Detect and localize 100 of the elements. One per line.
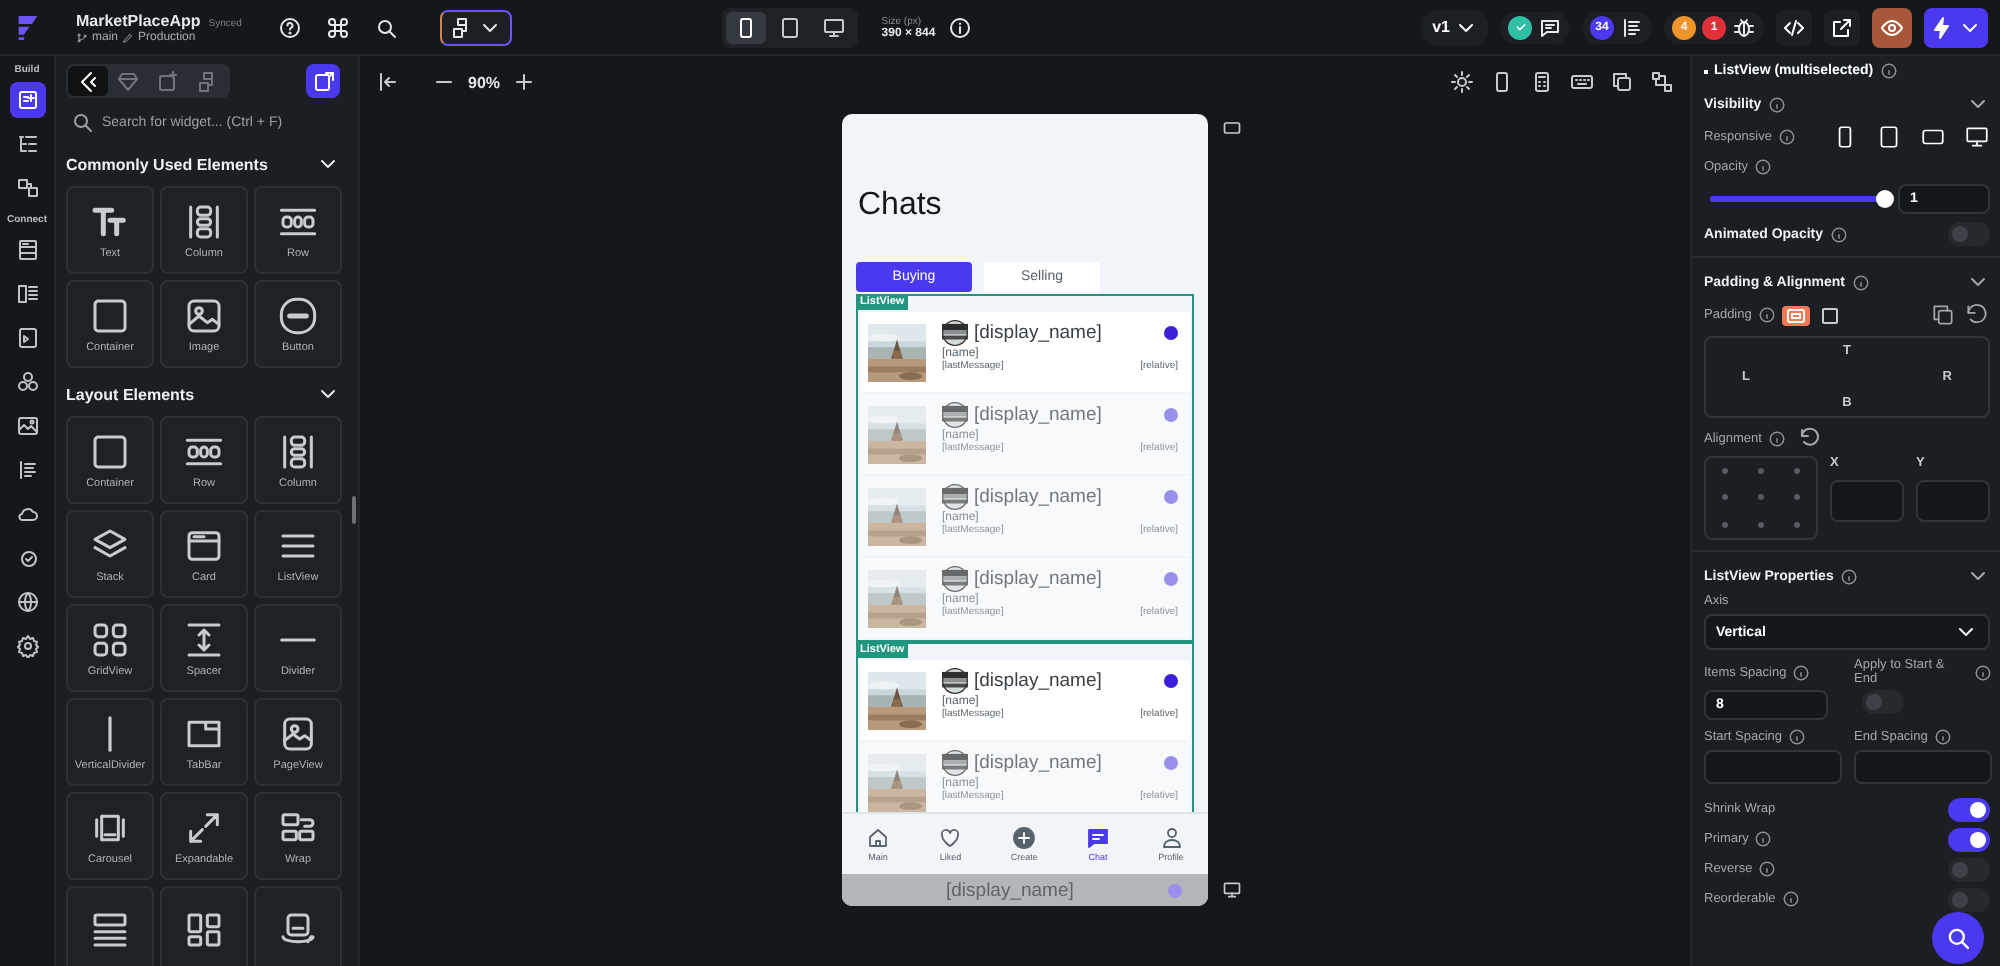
- grid-icon: [90, 619, 130, 659]
- info-icon: [947, 15, 972, 39]
- code-button[interactable]: [1776, 9, 1812, 45]
- widget-tile[interactable]: [66, 886, 154, 966]
- section-title: Layout Elements: [66, 385, 195, 403]
- desktop-icon[interactable]: [1964, 124, 1990, 150]
- flutter-icon: [76, 69, 100, 93]
- toggle-switch[interactable]: [1948, 222, 1990, 246]
- grid-icon: [184, 910, 224, 950]
- preview-button[interactable]: [1872, 7, 1912, 47]
- eye-icon: [1880, 15, 1904, 39]
- help-icon: [278, 15, 302, 39]
- profile-icon: [1159, 826, 1184, 850]
- collapse-icon[interactable]: [376, 70, 400, 94]
- desktop-icon: [821, 15, 846, 39]
- add-icon: [311, 69, 335, 93]
- widget-tree-button[interactable]: [440, 9, 512, 45]
- database-icon: [15, 238, 39, 262]
- widget-tile[interactable]: [160, 886, 248, 966]
- square-icon: [90, 295, 130, 335]
- reset-icon[interactable]: [1797, 426, 1822, 450]
- info-icon: [1767, 95, 1786, 113]
- display-name: [display_name]: [974, 752, 1102, 774]
- chat-icon: [1538, 15, 1562, 39]
- search-icon: [70, 110, 94, 134]
- display-name: [display_name]: [974, 404, 1102, 426]
- keyboard-icon[interactable]: [1570, 70, 1594, 94]
- vertical-line-icon: [106, 715, 114, 751]
- run-button[interactable]: [1924, 7, 1988, 47]
- square-icon: [90, 431, 130, 471]
- check-circle-icon: [15, 546, 39, 570]
- rail-item[interactable]: [9, 82, 45, 118]
- copy-icon[interactable]: [1930, 302, 1956, 328]
- padding-all-button[interactable]: [1781, 305, 1810, 325]
- heart-icon: [938, 826, 963, 850]
- reset-icon[interactable]: [1964, 302, 1990, 328]
- tablet-icon: [777, 15, 802, 39]
- landscape-icon[interactable]: [1222, 118, 1242, 138]
- circles-icon: [15, 370, 39, 394]
- toggle-switch[interactable]: [1862, 690, 1904, 714]
- list-icon: [1620, 15, 1644, 39]
- image-icon: [278, 713, 318, 753]
- display-name: [display_name]: [974, 322, 1102, 344]
- display-name: [display_name]: [974, 568, 1102, 590]
- device-button[interactable]: [725, 11, 766, 43]
- page-title: Chats: [858, 188, 944, 224]
- landscape-tablet-icon[interactable]: [1920, 124, 1946, 150]
- phone-icon[interactable]: [1490, 70, 1514, 94]
- code-icon: [1782, 15, 1806, 39]
- list-tile-icon: [90, 910, 130, 950]
- info-icon: [1879, 62, 1898, 80]
- branch-icon: [76, 31, 88, 43]
- command-icon: [326, 15, 350, 39]
- toggle-switch[interactable]: [1948, 857, 1990, 881]
- sun-icon[interactable]: [1450, 70, 1474, 94]
- start-spacing-field[interactable]: [1704, 750, 1842, 784]
- zoom-level[interactable]: 90%: [468, 73, 501, 91]
- chat-icon: [1086, 826, 1110, 850]
- info-icon: [1851, 273, 1870, 291]
- info-icon: [1757, 306, 1776, 324]
- toggle-switch[interactable]: [1948, 887, 1990, 911]
- version-dropdown[interactable]: v1: [1422, 9, 1488, 45]
- info-icon: [1777, 128, 1796, 146]
- search-icon: [374, 15, 398, 39]
- info-icon: [1792, 663, 1811, 681]
- toggle-switch[interactable]: [1948, 827, 1990, 851]
- pencil-icon: [122, 31, 135, 43]
- tree-icon: [15, 132, 39, 156]
- nodes-icon[interactable]: [1650, 70, 1674, 94]
- info-icon: [1754, 158, 1773, 176]
- panel-tab[interactable]: [68, 66, 108, 96]
- desktop-icon[interactable]: [1222, 880, 1242, 900]
- end-spacing-field[interactable]: [1854, 750, 1992, 784]
- info-icon: [1781, 890, 1800, 908]
- search-button[interactable]: [1932, 912, 1984, 964]
- y-field[interactable]: [1916, 480, 1990, 522]
- toggle-switch[interactable]: [1948, 797, 1990, 821]
- media-icon: [15, 326, 39, 350]
- check-icon[interactable]: [1508, 15, 1532, 39]
- expand-icon: [184, 807, 224, 847]
- tablet-icon[interactable]: [1876, 124, 1902, 150]
- home-icon: [866, 826, 891, 850]
- bug-icon: [1732, 15, 1756, 39]
- open-external-button[interactable]: [1824, 9, 1860, 45]
- diamond-icon: [116, 69, 140, 93]
- plus-icon[interactable]: [512, 70, 537, 94]
- plus-circle-icon: [1012, 826, 1037, 850]
- widget-tile[interactable]: [254, 886, 342, 966]
- x-field[interactable]: [1830, 480, 1904, 522]
- display-name: [display_name]: [974, 670, 1102, 692]
- info-icon: [1974, 663, 1992, 681]
- divider-icon: [280, 635, 316, 643]
- image-icon: [15, 414, 39, 438]
- calculator-icon[interactable]: [1530, 70, 1554, 94]
- display-name: [display_name]: [946, 879, 1074, 901]
- add-widget-button[interactable]: [306, 64, 340, 98]
- wrap-icon: [278, 807, 318, 847]
- card-icon: [184, 525, 224, 565]
- info-icon: [1933, 728, 1952, 746]
- copy-icon[interactable]: [1610, 70, 1634, 94]
